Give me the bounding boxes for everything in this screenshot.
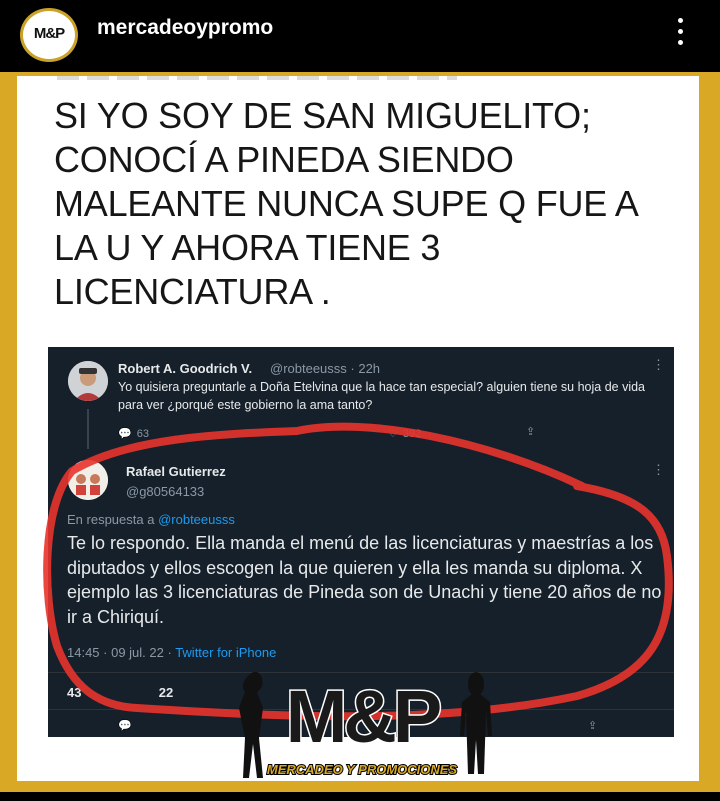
account-username[interactable]: mercadeoypromo [97,16,273,40]
post-image: SI YO SOY DE SAN MIGUELITO; CONOCÍ A PIN… [0,72,720,792]
post-header: M&P mercadeoypromo [0,0,720,72]
mp-watermark-logo: M&P MERCADEO Y PROMOCIONES [222,666,502,781]
post-card: SI YO SOY DE SAN MIGUELITO; CONOCÍ A PIN… [17,76,699,781]
avatar-logo: M&P [33,25,65,42]
watermark-tagline: MERCADEO Y PROMOCIONES [267,762,458,777]
account-avatar[interactable]: M&P [20,8,78,62]
more-options-icon[interactable] [670,14,690,50]
watermark-logo-text: M&P [286,675,440,758]
